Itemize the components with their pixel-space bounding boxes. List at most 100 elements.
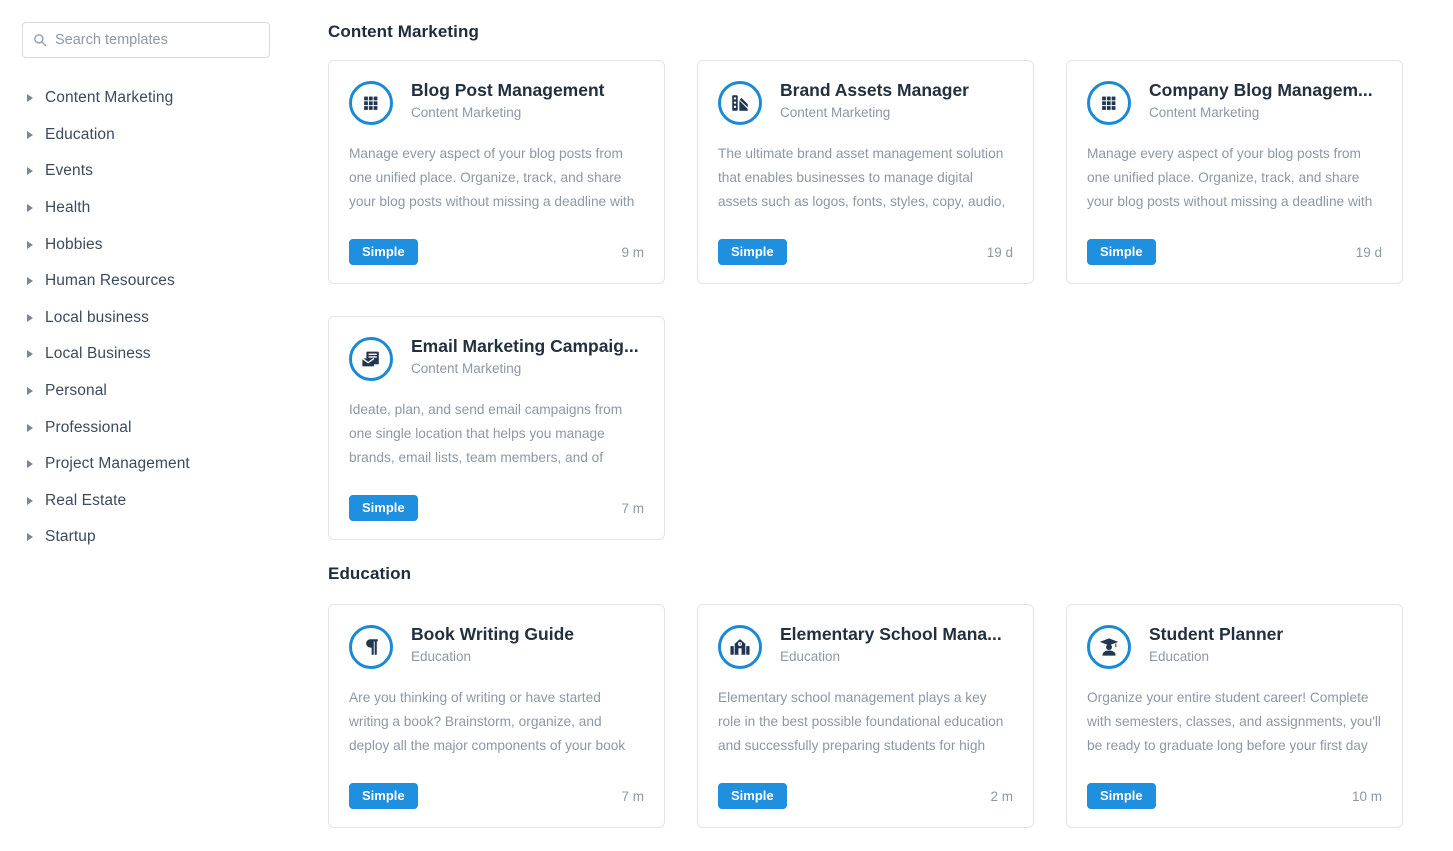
template-category: Education: [1149, 649, 1210, 664]
card-footer: Simple 7 m: [349, 783, 644, 809]
caret-right-icon: [27, 94, 33, 103]
caret-right-icon: [27, 277, 33, 286]
sidebar-item-label: Health: [45, 199, 91, 217]
school-building-icon: [730, 639, 750, 655]
card-footer: Simple 19 d: [1087, 239, 1382, 265]
card-header: Brand Assets Manager Content Marketing: [718, 79, 1013, 125]
status-badge[interactable]: Simple: [349, 239, 418, 265]
caret-right-icon: [27, 130, 33, 139]
sidebar-item-personal[interactable]: Personal: [22, 373, 324, 410]
card-footer: Simple 7 m: [349, 495, 644, 521]
template-title: Elementary School Mana...: [780, 624, 1002, 644]
sidebar-item-events[interactable]: Events: [22, 153, 324, 190]
search-box[interactable]: [22, 22, 270, 58]
template-category: Content Marketing: [411, 105, 522, 120]
template-icon-ring: [1087, 81, 1131, 125]
status-badge[interactable]: Simple: [349, 495, 418, 521]
sidebar-item-professional[interactable]: Professional: [22, 409, 324, 446]
graduate-icon: [1099, 638, 1119, 656]
card-title-block: Student Planner Education: [1149, 623, 1283, 665]
template-icon-ring: [349, 81, 393, 125]
template-description: The ultimate brand asset management solu…: [718, 146, 1006, 209]
template-card[interactable]: Email Marketing Campaig... Content Market…: [328, 316, 665, 540]
template-category: Content Marketing: [1149, 105, 1260, 120]
sidebar-item-hobbies[interactable]: Hobbies: [22, 226, 324, 263]
section-education: Education Book Writing Guide Education Are …: [328, 564, 1403, 828]
card-footer: Simple 9 m: [349, 239, 644, 265]
card-footer: Simple 2 m: [718, 783, 1013, 809]
sidebar-item-education[interactable]: Education: [22, 117, 324, 154]
template-icon-ring: [1087, 625, 1131, 669]
caret-right-icon: [27, 313, 33, 322]
card-header: Book Writing Guide Education: [349, 623, 644, 669]
card-footer: Simple 19 d: [718, 239, 1013, 265]
card-title-block: Book Writing Guide Education: [411, 623, 574, 665]
card-title-block: Company Blog Managem... Content Marketing: [1149, 79, 1373, 121]
sidebar-item-label: Personal: [45, 382, 107, 400]
template-age: 10 m: [1351, 788, 1382, 804]
template-card[interactable]: Book Writing Guide Education Are you think…: [328, 604, 665, 828]
caret-right-icon: [27, 240, 33, 249]
sidebar-item-content-marketing[interactable]: Content Marketing: [22, 80, 324, 117]
email-stack-icon: [361, 351, 379, 367]
status-badge[interactable]: Simple: [718, 239, 787, 265]
template-category: Education: [780, 649, 841, 664]
sidebar-item-label: Hobbies: [45, 235, 103, 253]
template-card[interactable]: Student Planner Education Organize your en…: [1066, 604, 1403, 828]
sidebar-item-human-resources[interactable]: Human Resources: [22, 263, 324, 300]
card-title-block: Email Marketing Campaig... Content Market…: [411, 335, 639, 377]
template-card[interactable]: Blog Post Management Content Marketing Man…: [328, 60, 665, 284]
sidebar-item-local-business[interactable]: Local Business: [22, 336, 324, 373]
card-header: Company Blog Managem... Content Marketing: [1087, 79, 1382, 125]
palette-swatch-icon: [732, 95, 748, 111]
search-input[interactable]: [55, 32, 259, 48]
template-description: Elementary school management plays a key…: [718, 690, 1004, 753]
sidebar-item-label: Professional: [45, 418, 132, 436]
status-badge[interactable]: Simple: [349, 783, 418, 809]
template-age: 7 m: [621, 500, 644, 516]
card-title-block: Elementary School Mana... Education: [780, 623, 1002, 665]
template-gallery-app: Content Marketing Education Events Health Ho…: [0, 0, 1453, 851]
template-card-grid: Blog Post Management Content Marketing Man…: [328, 60, 1403, 540]
status-badge[interactable]: Simple: [718, 783, 787, 809]
paragraph-icon: [366, 639, 378, 655]
section-title: Content Marketing: [328, 22, 479, 41]
card-title-block: Blog Post Management Content Marketing: [411, 79, 605, 121]
template-icon-ring: [349, 337, 393, 381]
template-card[interactable]: Elementary School Mana... Education Elemen…: [697, 604, 1034, 828]
template-description: Are you thinking of writing or have star…: [349, 690, 626, 753]
card-header: Email Marketing Campaig... Content Market…: [349, 335, 644, 381]
template-card[interactable]: Company Blog Managem... Content Marketing…: [1066, 60, 1403, 284]
sidebar-item-label: Human Resources: [45, 272, 175, 290]
sidebar-item-label: Startup: [45, 528, 96, 546]
card-header: Student Planner Education: [1087, 623, 1382, 669]
caret-right-icon: [27, 167, 33, 176]
template-description: Manage every aspect of your blog posts f…: [349, 146, 635, 209]
template-title: Email Marketing Campaig...: [411, 336, 639, 356]
sidebar-item-startup[interactable]: Startup: [22, 519, 324, 556]
card-title-block: Brand Assets Manager Content Marketing: [780, 79, 969, 121]
template-icon-ring: [349, 625, 393, 669]
template-title: Book Writing Guide: [411, 624, 575, 644]
sidebar: Content Marketing Education Events Health Ho…: [0, 0, 324, 851]
card-header: Blog Post Management Content Marketing: [349, 79, 644, 125]
caret-right-icon: [27, 423, 33, 432]
sidebar-item-project-management[interactable]: Project Management: [22, 446, 324, 483]
template-age: 2 m: [990, 788, 1013, 804]
sidebar-item-label: Project Management: [45, 455, 190, 473]
template-description: Manage every aspect of your blog posts f…: [1087, 146, 1373, 209]
sidebar-item-label: Local business: [45, 308, 149, 326]
status-badge[interactable]: Simple: [1087, 239, 1156, 265]
sidebar-item-health[interactable]: Health: [22, 190, 324, 227]
template-description: Ideate, plan, and send email campaigns f…: [349, 402, 623, 465]
caret-right-icon: [27, 204, 33, 213]
search-icon: [34, 34, 47, 47]
template-card[interactable]: Brand Assets Manager Content Marketing The…: [697, 60, 1034, 284]
sidebar-item-real-estate[interactable]: Real Estate: [22, 483, 324, 520]
sidebar-item-label: Content Marketing: [45, 89, 174, 107]
status-badge[interactable]: Simple: [1087, 783, 1156, 809]
template-description: Organize your entire student career! Com…: [1087, 690, 1381, 753]
sidebar-item-local-business[interactable]: Local business: [22, 300, 324, 337]
sections-container: Content Marketing Blog Post Management Con…: [328, 22, 1403, 828]
card-footer: Simple 10 m: [1087, 783, 1382, 809]
